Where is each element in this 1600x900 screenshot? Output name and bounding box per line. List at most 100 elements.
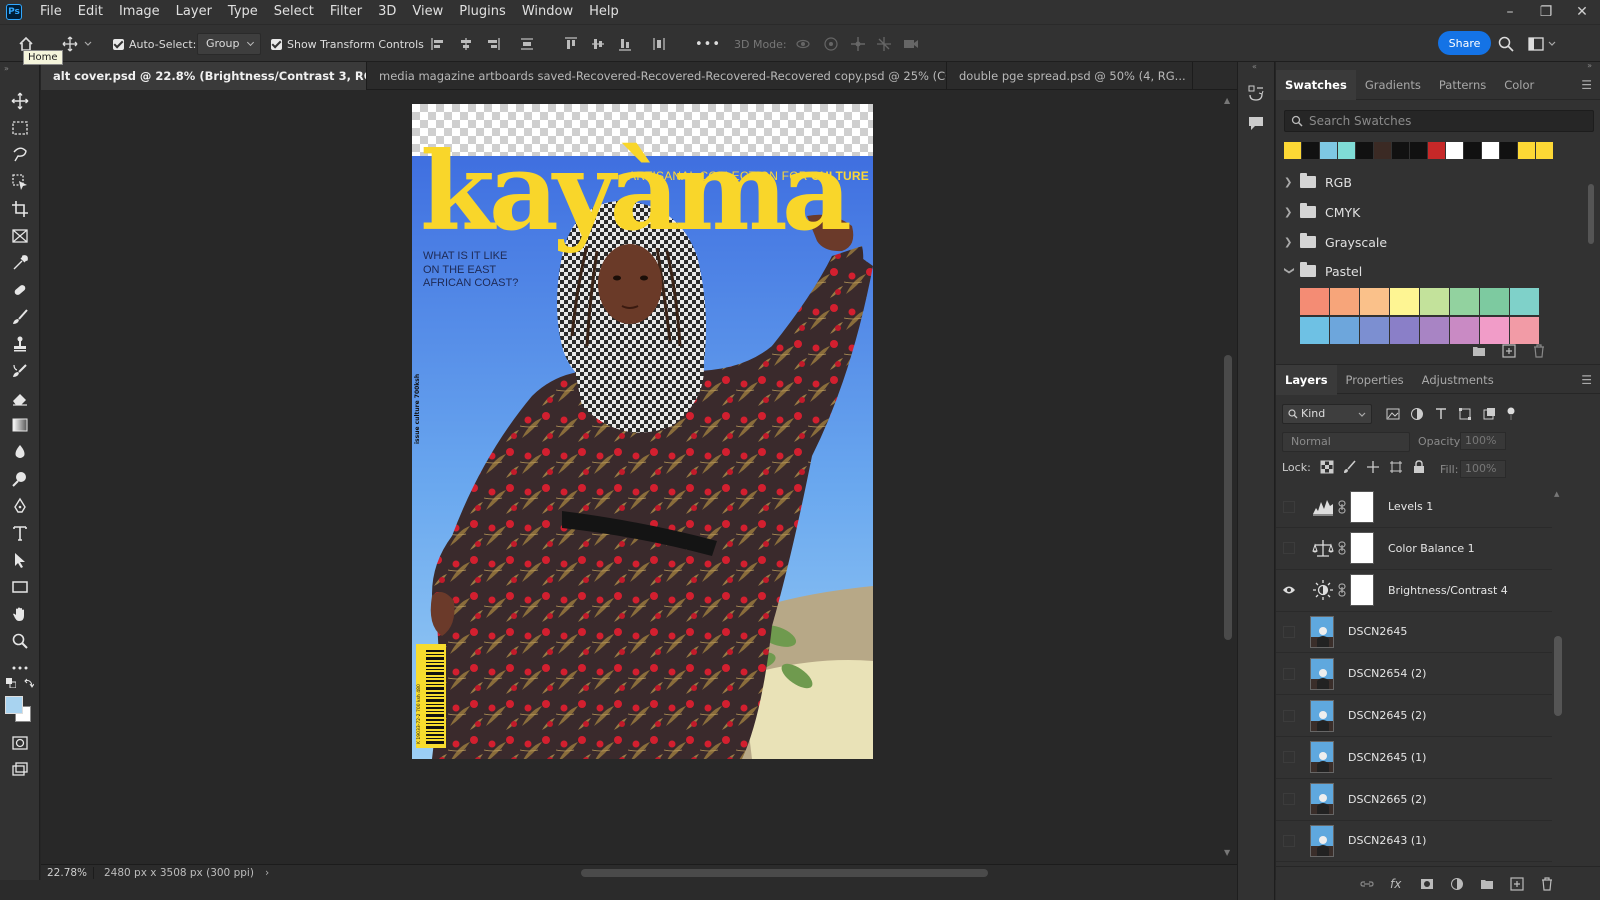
document-info[interactable]: 2480 px x 3508 px (300 ppi) [93, 866, 261, 879]
color-picker-swatches[interactable] [5, 696, 33, 724]
filter-kind-dropdown[interactable]: Kind [1282, 404, 1372, 424]
recent-swatch[interactable] [1428, 142, 1445, 159]
tab-media-magazine[interactable]: media magazine artboards saved-Recovered… [367, 62, 947, 90]
pastel-swatch[interactable] [1450, 288, 1479, 315]
smart-object-filter-icon[interactable] [1482, 407, 1496, 421]
recent-swatch[interactable] [1518, 142, 1535, 159]
trash-icon[interactable] [1540, 877, 1554, 891]
align-bottom-button[interactable] [617, 25, 633, 63]
layer-row[interactable]: DSCN2645 (2) [1276, 695, 1552, 737]
visibility-toggle[interactable] [1276, 778, 1302, 820]
vertical-scroll-thumb[interactable] [1224, 355, 1232, 640]
status-menu-arrow[interactable]: › [265, 867, 269, 879]
menu-image[interactable]: Image [111, 0, 168, 24]
recent-swatch[interactable] [1410, 142, 1427, 159]
align-top-button[interactable] [563, 25, 579, 63]
tab-properties[interactable]: Properties [1337, 365, 1413, 395]
layer-row[interactable]: DSCN2645 (1) [1276, 737, 1552, 779]
visibility-eye-icon[interactable] [1276, 569, 1302, 611]
vertical-scrollbar[interactable]: ▲ ▼ [1219, 90, 1237, 864]
pastel-swatch[interactable] [1510, 317, 1539, 344]
blur-tool[interactable] [8, 441, 32, 463]
pastel-swatch[interactable] [1360, 288, 1389, 315]
type-filter-icon[interactable] [1434, 407, 1448, 421]
layer-thumbnail[interactable] [1310, 824, 1334, 857]
color-balance-icon[interactable] [1312, 537, 1334, 559]
3d-roll-button[interactable] [823, 25, 839, 63]
visibility-toggle[interactable] [1276, 486, 1302, 528]
object-selection-tool[interactable] [8, 171, 32, 193]
trash-icon[interactable] [1532, 344, 1546, 358]
blend-mode-dropdown[interactable]: Normal [1282, 432, 1410, 452]
pastel-swatch[interactable] [1330, 317, 1359, 344]
tab-layers[interactable]: Layers [1276, 365, 1337, 395]
recent-swatch[interactable] [1482, 142, 1499, 159]
recent-swatch[interactable] [1356, 142, 1373, 159]
pastel-swatch[interactable] [1390, 288, 1419, 315]
search-button[interactable] [1498, 25, 1514, 63]
menu-window[interactable]: Window [514, 0, 581, 24]
layers-scrollbar[interactable]: ▲ [1554, 490, 1562, 870]
pastel-swatch[interactable] [1330, 288, 1359, 315]
pastel-swatch[interactable] [1480, 288, 1509, 315]
pen-tool[interactable] [8, 495, 32, 517]
layer-thumbnail[interactable] [1310, 741, 1334, 774]
layer-mask-thumbnail[interactable] [1350, 574, 1374, 607]
new-adjustment-icon[interactable] [1450, 877, 1464, 891]
pastel-swatch[interactable] [1450, 317, 1479, 344]
expand-panels-icon[interactable]: « [1252, 62, 1257, 71]
opacity-field[interactable]: 100% [1460, 432, 1506, 450]
pastel-swatch[interactable] [1420, 288, 1449, 315]
chain-link-icon[interactable] [1338, 541, 1346, 555]
swatch-group-rgb[interactable]: ❯ RGB [1284, 168, 1574, 196]
layer-row[interactable]: DSCN2643 (1) [1276, 820, 1552, 863]
levels-icon[interactable] [1312, 496, 1334, 518]
layer-row[interactable]: DSCN2654 (2) [1276, 653, 1552, 696]
lock-position-icon[interactable] [1366, 460, 1380, 474]
pastel-swatch[interactable] [1360, 317, 1389, 344]
chain-link-icon[interactable] [1338, 583, 1346, 597]
edit-toolbar-button[interactable] [8, 657, 32, 679]
healing-brush-tool[interactable] [8, 279, 32, 301]
align-right-button[interactable] [485, 25, 501, 63]
auto-select-target-dropdown[interactable]: Group [197, 33, 261, 55]
minimize-button[interactable]: – [1492, 0, 1528, 24]
auto-select-checkbox[interactable] [113, 38, 124, 50]
menu-help[interactable]: Help [581, 0, 627, 24]
layer-row[interactable]: DSCN2665 (2) [1276, 779, 1552, 821]
shape-filter-icon[interactable] [1458, 407, 1472, 421]
new-layer-icon[interactable] [1510, 877, 1524, 891]
swatches-scrollbar[interactable] [1588, 170, 1594, 325]
recent-swatch[interactable] [1374, 142, 1391, 159]
recent-swatch[interactable] [1536, 142, 1553, 159]
adjustment-filter-icon[interactable] [1410, 407, 1424, 421]
new-group-icon[interactable] [1472, 344, 1486, 358]
new-group-icon[interactable] [1480, 877, 1494, 891]
recent-swatch[interactable] [1446, 142, 1463, 159]
brightness-icon[interactable] [1312, 579, 1334, 601]
lock-all-icon[interactable] [1412, 460, 1426, 474]
recent-swatch[interactable] [1392, 142, 1409, 159]
fill-field[interactable]: 100% [1460, 460, 1506, 478]
scroll-up-icon[interactable]: ▲ [1554, 490, 1559, 498]
menu-edit[interactable]: Edit [70, 0, 111, 24]
hand-tool[interactable] [8, 603, 32, 625]
3d-pan-button[interactable] [850, 25, 866, 63]
show-transform-checkbox[interactable] [271, 38, 282, 50]
history-brush-tool[interactable] [8, 360, 32, 382]
marquee-tool[interactable] [8, 117, 32, 139]
lock-artboard-icon[interactable] [1389, 460, 1403, 474]
panel-collapse-icon[interactable]: » [4, 64, 9, 73]
3d-slide-button[interactable] [876, 25, 892, 63]
workspace-button[interactable] [1528, 25, 1556, 63]
visibility-toggle[interactable] [1276, 527, 1302, 569]
eyedropper-tool[interactable] [8, 252, 32, 274]
share-button[interactable]: Share [1438, 31, 1491, 55]
default-colors-swap[interactable] [4, 677, 36, 689]
menu-view[interactable]: View [404, 0, 451, 24]
stamp-tool[interactable] [8, 333, 32, 355]
dodge-tool[interactable] [8, 468, 32, 490]
comments-panel-button[interactable] [1247, 114, 1265, 132]
fx-icon[interactable]: fx [1390, 877, 1404, 891]
menu-3d[interactable]: 3D [370, 0, 404, 24]
